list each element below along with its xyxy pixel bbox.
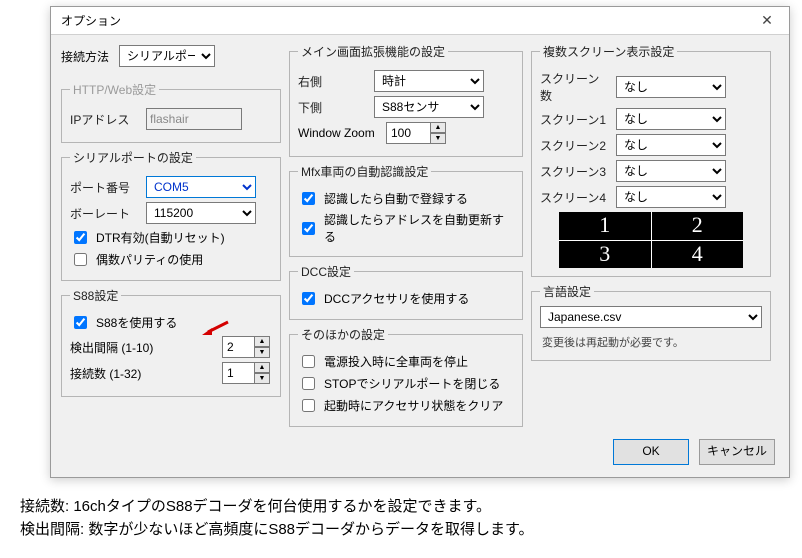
bottom-label: 下側 xyxy=(298,99,368,116)
port-select[interactable]: COM5 xyxy=(146,176,256,198)
right-label: 右側 xyxy=(298,73,368,90)
s88-count-spinner[interactable]: ▲▼ xyxy=(222,362,272,384)
mfx-register-checkbox[interactable] xyxy=(302,192,315,205)
screen-tile-4: 4 xyxy=(652,241,744,269)
ip-input xyxy=(146,108,242,130)
lang-legend: 言語設定 xyxy=(540,283,594,300)
screen-tile-2: 2 xyxy=(652,212,744,240)
zoom-label: Window Zoom xyxy=(298,126,380,140)
baud-label: ボーレート xyxy=(70,205,140,222)
dcc-group: DCC設定 DCCアクセサリを使用する xyxy=(289,263,523,320)
dcc-legend: DCC設定 xyxy=(298,263,354,280)
other-legend: そのほかの設定 xyxy=(298,326,388,343)
bottom-select[interactable]: S88センサ xyxy=(374,96,484,118)
s88-use-checkbox[interactable] xyxy=(74,316,87,329)
screen4-select[interactable]: なし xyxy=(616,186,726,208)
cancel-button[interactable]: キャンセル xyxy=(699,439,775,465)
lang-group: 言語設定 Japanese.csv 変更後は再起動が必要です。 xyxy=(531,283,771,361)
s88-interval-spinner[interactable]: ▲▼ xyxy=(222,336,272,358)
spin-down-icon[interactable]: ▼ xyxy=(254,373,270,384)
screen-preview: 1 2 3 4 xyxy=(559,212,743,268)
close-icon[interactable]: ✕ xyxy=(745,7,789,35)
spin-down-icon[interactable]: ▼ xyxy=(254,347,270,358)
spin-up-icon[interactable]: ▲ xyxy=(254,362,270,373)
mainext-group: メイン画面拡張機能の設定 右側 時計 下側 S88センサ Window Zoom… xyxy=(289,43,523,157)
caption-text: 接続数: 16chタイプのS88デコーダを何台使用するかを設定できます。 検出間… xyxy=(20,496,782,541)
titlebar: オプション ✕ xyxy=(51,7,789,35)
lang-select[interactable]: Japanese.csv xyxy=(540,306,762,328)
s88-use-label: S88を使用する xyxy=(96,314,177,331)
right-select[interactable]: 時計 xyxy=(374,70,484,92)
port-label: ポート番号 xyxy=(70,179,140,196)
dcc-accessory-checkbox[interactable] xyxy=(302,292,315,305)
mfx-update-checkbox[interactable] xyxy=(302,222,315,235)
mainext-legend: メイン画面拡張機能の設定 xyxy=(298,43,448,60)
ip-label: IPアドレス xyxy=(70,111,140,128)
clearacc-checkbox[interactable] xyxy=(302,399,315,412)
connection-select[interactable]: シリアルポート xyxy=(119,45,215,67)
mfx-legend: Mfx車両の自動認識設定 xyxy=(298,163,431,180)
screen2-select[interactable]: なし xyxy=(616,134,726,156)
ok-button[interactable]: OK xyxy=(613,439,689,465)
dtr-label: DTR有効(自動リセット) xyxy=(96,229,225,246)
lang-note: 変更後は再起動が必要です。 xyxy=(542,334,760,350)
parity-checkbox[interactable] xyxy=(74,253,87,266)
baud-select[interactable]: 115200 xyxy=(146,202,256,224)
mfx-group: Mfx車両の自動認識設定 認識したら自動で登録する 認識したらアドレスを自動更新… xyxy=(289,163,523,257)
screen-tile-1: 1 xyxy=(559,212,651,240)
connection-row: 接続方法 シリアルポート xyxy=(61,45,281,67)
screen3-select[interactable]: なし xyxy=(616,160,726,182)
s88-group: S88設定 S88を使用する 検出間隔 (1-10) ▲▼ xyxy=(61,287,281,397)
other-group: そのほかの設定 電源投入時に全車両を停止 STOPでシリアルポートを閉じる 起動… xyxy=(289,326,523,427)
screen-tile-3: 3 xyxy=(559,241,651,269)
screen1-select[interactable]: なし xyxy=(616,108,726,130)
spin-down-icon[interactable]: ▼ xyxy=(430,133,446,144)
screens-group: 複数スクリーン表示設定 スクリーン数なし スクリーン1なし スクリーン2なし ス… xyxy=(531,43,771,277)
spin-up-icon[interactable]: ▲ xyxy=(254,336,270,347)
connection-label: 接続方法 xyxy=(61,48,109,65)
options-window: オプション ✕ 接続方法 シリアルポート HTTP/Web設定 IPアドレス シ… xyxy=(50,6,790,478)
spin-up-icon[interactable]: ▲ xyxy=(430,122,446,133)
zoom-spinner[interactable]: ▲▼ xyxy=(386,122,448,144)
dtr-checkbox[interactable] xyxy=(74,231,87,244)
serial-group: シリアルポートの設定 ポート番号 COM5 ボーレート 115200 DTR有効… xyxy=(61,149,281,281)
serial-legend: シリアルポートの設定 xyxy=(70,149,196,166)
stopall-checkbox[interactable] xyxy=(302,355,315,368)
parity-label: 偶数パリティの使用 xyxy=(96,251,203,268)
http-legend: HTTP/Web設定 xyxy=(70,81,159,98)
http-group: HTTP/Web設定 IPアドレス xyxy=(61,81,281,143)
s88-interval-label: 検出間隔 (1-10) xyxy=(70,339,160,356)
closeport-checkbox[interactable] xyxy=(302,377,315,390)
window-title: オプション xyxy=(61,12,745,29)
s88-count-label: 接続数 (1-32) xyxy=(70,365,160,382)
screen-count-select[interactable]: なし xyxy=(616,76,726,98)
s88-legend: S88設定 xyxy=(70,287,121,304)
screens-legend: 複数スクリーン表示設定 xyxy=(540,43,677,60)
